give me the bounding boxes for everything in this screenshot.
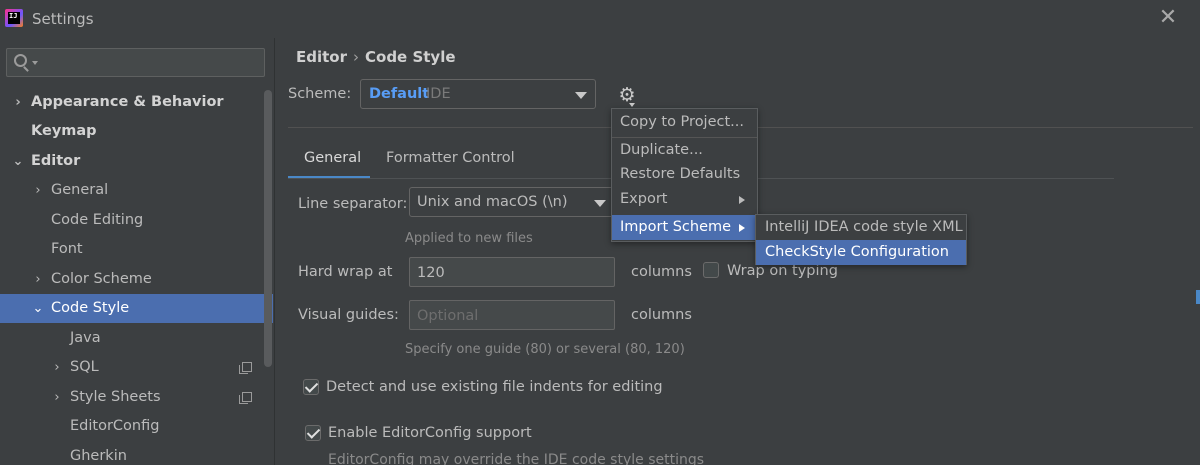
dropdown-arrow-icon: [575, 92, 587, 99]
window-edge-indicator: [1196, 290, 1200, 304]
tab-general[interactable]: General: [288, 143, 370, 179]
menu-item-import-scheme[interactable]: Import Scheme: [612, 215, 757, 240]
sidebar-item-label: Editor: [31, 153, 81, 169]
sidebar-item-appearance-behavior[interactable]: › Appearance & Behavior: [0, 88, 263, 117]
chevron-right-icon[interactable]: ›: [32, 176, 44, 205]
copy-icon: [239, 392, 252, 404]
chevron-right-icon[interactable]: ›: [32, 265, 44, 294]
scheme-label: Scheme:: [288, 86, 352, 102]
hard-wrap-units: columns: [631, 264, 692, 280]
line-separator-label: Line separator:: [298, 196, 408, 212]
menu-item-checkstyle[interactable]: CheckStyle Configuration: [756, 240, 966, 265]
sidebar-item-font[interactable]: Font: [0, 235, 263, 264]
sidebar-item-label: Style Sheets: [70, 389, 161, 405]
sidebar-item-gherkin[interactable]: Gherkin: [0, 442, 263, 465]
sidebar-item-editorconfig[interactable]: EditorConfig: [0, 412, 263, 441]
settings-content: Editor › Code Style Scheme: Default IDE ⚙ …: [276, 38, 1200, 465]
visual-guides-hint: Specify one guide (80) or several (80, 1…: [405, 342, 685, 357]
sidebar-item-label: Color Scheme: [51, 271, 152, 287]
sidebar-item-label: Font: [51, 241, 83, 257]
sidebar-item-label: Code Editing: [51, 212, 144, 228]
sidebar-item-sql[interactable]: › SQL: [0, 353, 263, 382]
scheme-name: Default: [369, 86, 430, 102]
sidebar-item-code-style[interactable]: ⌄ Code Style: [0, 294, 273, 323]
scheme-dropdown[interactable]: Default IDE: [360, 79, 596, 109]
sidebar-item-general[interactable]: › General: [0, 176, 263, 205]
tab-label: General: [304, 150, 362, 166]
breadcrumb-separator: ›: [353, 48, 359, 66]
sidebar-item-label: Keymap: [31, 123, 97, 139]
import-scheme-submenu: IntelliJ IDEA code style XML CheckStyle …: [755, 214, 967, 265]
wrap-on-typing-checkbox[interactable]: [703, 262, 719, 278]
search-field[interactable]: [6, 48, 265, 77]
dropdown-arrow-icon: [594, 200, 606, 207]
sidebar-item-label: Gherkin: [70, 448, 127, 464]
hard-wrap-label: Hard wrap at: [298, 264, 393, 280]
sidebar-item-code-editing[interactable]: Code Editing: [0, 206, 263, 235]
breadcrumb: Editor › Code Style: [296, 48, 456, 66]
title-bar: IJ Settings ✕: [0, 0, 1200, 38]
line-separator-dropdown[interactable]: Unix and macOS (\n): [409, 187, 615, 217]
visual-guides-label: Visual guides:: [298, 307, 399, 323]
sidebar-item-label: EditorConfig: [70, 418, 160, 434]
hard-wrap-input[interactable]: [417, 263, 607, 282]
breadcrumb-parent[interactable]: Editor: [296, 48, 347, 66]
editorconfig-label: Enable EditorConfig support: [328, 425, 532, 441]
chevron-down-icon[interactable]: ⌄: [12, 147, 24, 176]
detect-indents-checkbox[interactable]: [303, 379, 319, 395]
chevron-right-icon[interactable]: ›: [51, 383, 63, 412]
sidebar-item-java[interactable]: Java: [0, 324, 263, 353]
line-separator-value: Unix and macOS (\n): [417, 194, 568, 210]
search-icon: [14, 54, 27, 67]
visual-guides-field[interactable]: [409, 300, 615, 330]
chevron-down-icon[interactable]: ⌄: [32, 294, 44, 323]
search-input[interactable]: [41, 52, 261, 73]
sidebar-item-label: Java: [70, 330, 101, 346]
menu-item-intellij-xml[interactable]: IntelliJ IDEA code style XML: [756, 215, 966, 240]
sidebar-item-color-scheme[interactable]: › Color Scheme: [0, 265, 263, 294]
scheme-type: IDE: [426, 86, 451, 102]
sidebar-item-editor[interactable]: ⌄ Editor: [0, 147, 263, 176]
wrap-on-typing-label: Wrap on typing: [727, 263, 838, 279]
tab-formatter-control[interactable]: Formatter Control: [380, 143, 520, 179]
scheme-actions-menu: Copy to Project... Duplicate... Restore …: [611, 108, 758, 242]
sidebar-item-label: Appearance & Behavior: [31, 94, 224, 110]
menu-item-label: Export: [620, 191, 668, 207]
settings-sidebar: › Appearance & Behavior Keymap ⌄ Editor …: [0, 38, 275, 465]
copy-icon: [239, 362, 252, 374]
menu-item-duplicate[interactable]: Duplicate...: [612, 138, 757, 163]
close-icon[interactable]: ✕: [1158, 7, 1178, 29]
chevron-right-icon[interactable]: ›: [12, 88, 24, 117]
sidebar-item-label: Code Style: [51, 300, 130, 316]
tab-label: Formatter Control: [386, 150, 515, 166]
visual-guides-units: columns: [631, 307, 692, 323]
sidebar-item-label: General: [51, 182, 109, 198]
sidebar-item-label: SQL: [70, 359, 99, 375]
menu-item-label: Import Scheme: [620, 219, 732, 235]
sidebar-scrollbar[interactable]: [264, 90, 272, 367]
window-title: Settings: [32, 10, 94, 28]
tab-divider: [836, 178, 1114, 179]
search-history-chevron-icon[interactable]: [32, 61, 38, 65]
menu-item-export[interactable]: Export: [612, 187, 757, 212]
editorconfig-hint: EditorConfig may override the IDE code s…: [328, 452, 705, 465]
submenu-arrow-icon: [739, 224, 745, 232]
app-icon-text: IJ: [8, 12, 20, 24]
sidebar-item-style-sheets[interactable]: › Style Sheets: [0, 383, 263, 412]
breadcrumb-current: Code Style: [365, 48, 456, 66]
sidebar-item-keymap[interactable]: Keymap: [0, 117, 263, 146]
submenu-arrow-icon: [739, 196, 745, 204]
hard-wrap-field[interactable]: [409, 257, 615, 287]
chevron-right-icon[interactable]: ›: [51, 353, 63, 382]
line-separator-hint: Applied to new files: [405, 231, 533, 246]
app-icon: IJ: [5, 9, 23, 27]
detect-indents-label: Detect and use existing file indents for…: [326, 379, 663, 395]
menu-item-restore-defaults[interactable]: Restore Defaults: [612, 162, 757, 187]
editorconfig-checkbox[interactable]: [305, 425, 321, 441]
visual-guides-input[interactable]: [417, 306, 607, 325]
menu-item-copy-to-project[interactable]: Copy to Project...: [612, 110, 757, 135]
gear-menu-chevron-icon: [629, 103, 635, 107]
